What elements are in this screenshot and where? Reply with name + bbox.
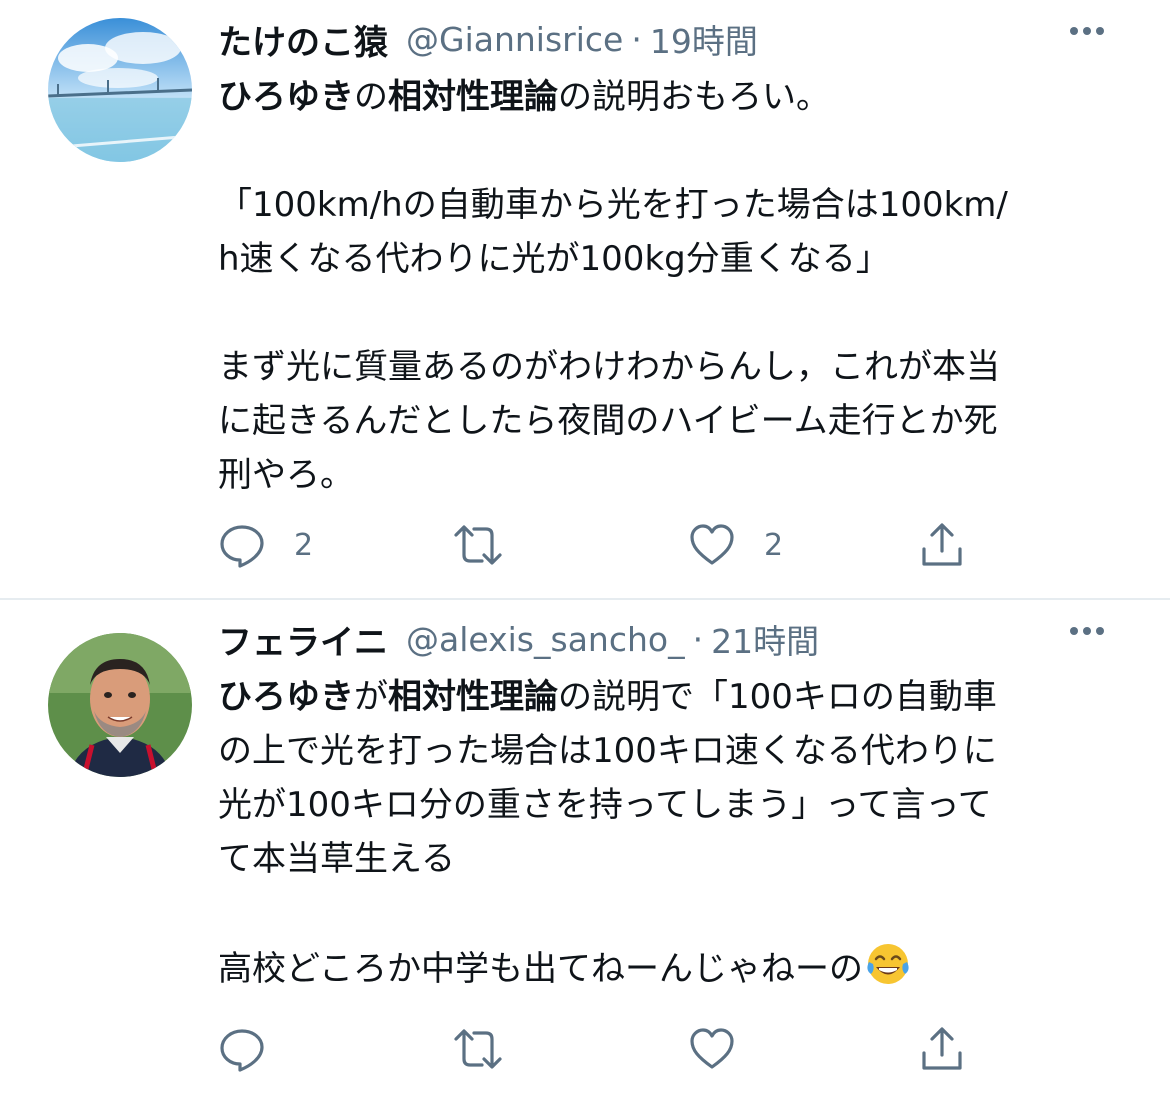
avatar[interactable]: [48, 18, 192, 162]
action-bar: 2 2: [218, 520, 1038, 570]
separator-dot: ·: [692, 619, 704, 659]
handle[interactable]: @alexis_sancho_: [406, 620, 685, 659]
reply-button[interactable]: 2: [218, 520, 313, 570]
reply-icon: [220, 525, 264, 568]
share-button[interactable]: [918, 1024, 966, 1074]
tweet-header: フェライニ @alexis_sancho_ · 21時間: [218, 614, 1114, 664]
timestamp[interactable]: 21時間: [711, 615, 819, 663]
like-button[interactable]: 2: [688, 520, 783, 570]
display-name[interactable]: フェライニ: [218, 615, 388, 664]
face-with-tears-of-joy-icon: [867, 944, 909, 984]
tweet[interactable]: たけのこ猿 @Giannisrice · 19時間 ひろゆきの相対性理論の説明お…: [0, 0, 1170, 600]
like-button[interactable]: [688, 1024, 764, 1074]
avatar-image-person: [48, 633, 192, 777]
share-button[interactable]: [918, 520, 966, 570]
tweet-text-bold: ひろゆき: [218, 677, 354, 717]
tweet[interactable]: フェライニ @alexis_sancho_ · 21時間 ひろゆきが相対性理論の…: [0, 600, 1170, 1100]
tweet-text-segment: が: [354, 677, 388, 717]
reply-button[interactable]: [218, 1024, 294, 1074]
like-count: 2: [764, 527, 784, 563]
tweet-text: ひろゆきの相対性理論の説明おもろい。 「100km/hの自動車から光を打った場合…: [218, 70, 1114, 502]
reply-count: 2: [294, 527, 314, 563]
more-icon[interactable]: [1070, 620, 1114, 635]
retweet-icon: [454, 1029, 502, 1069]
retweet-button[interactable]: [450, 520, 534, 570]
tweet-text: ひろゆきが相対性理論の説明で「100キロの自動車 の上で光を打った場合は100キ…: [218, 670, 1114, 996]
retweet-button[interactable]: [450, 1024, 534, 1074]
avatar[interactable]: [48, 633, 192, 777]
like-icon: [690, 1028, 734, 1069]
timestamp[interactable]: 19時間: [650, 15, 758, 63]
display-name[interactable]: たけのこ猿: [218, 15, 388, 64]
tweet-header: たけのこ猿 @Giannisrice · 19時間: [218, 14, 1114, 64]
action-bar: [218, 1024, 1038, 1074]
tweet-text-bold: ひろゆき: [218, 77, 354, 117]
more-icon[interactable]: [1070, 20, 1114, 35]
tweet-text-bold: 相対性理論: [388, 77, 558, 117]
like-icon: [690, 524, 734, 565]
share-icon: [922, 1027, 962, 1070]
share-icon: [922, 523, 962, 566]
tweet-text-segment: の: [354, 77, 388, 117]
tweet-text-segment: の説明おもろい。 「100km/hの自動車から光を打った場合は100km/ h速…: [218, 77, 1008, 495]
separator-dot: ·: [631, 19, 642, 59]
avatar-image-bridge: [48, 18, 192, 162]
retweet-icon: [454, 525, 502, 565]
reply-icon: [220, 1029, 264, 1072]
tweet-text-bold: 相対性理論: [388, 677, 558, 717]
handle[interactable]: @Giannisrice: [406, 20, 623, 59]
